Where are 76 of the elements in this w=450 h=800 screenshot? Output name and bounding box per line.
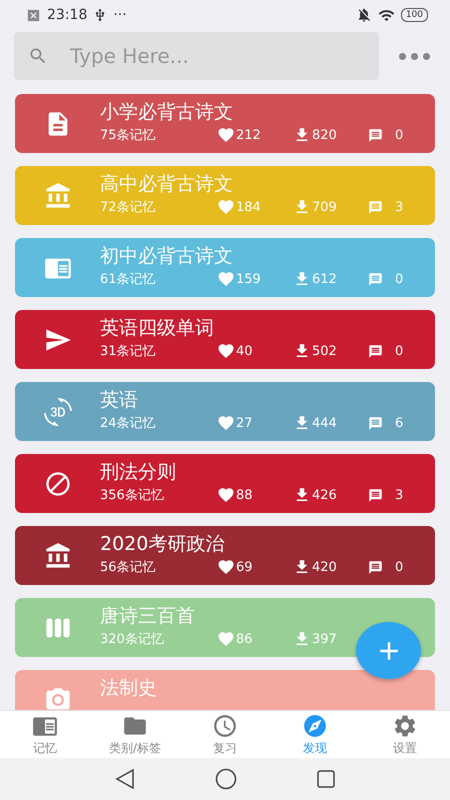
- like-count: 69: [236, 560, 253, 574]
- like-count: 212: [236, 128, 261, 142]
- comment-count: 6: [395, 416, 404, 430]
- home-icon[interactable]: [215, 768, 237, 790]
- download-count: 426: [312, 488, 337, 502]
- memory-count: 320条记忆: [100, 631, 165, 648]
- back-icon[interactable]: [115, 768, 135, 790]
- memory-count: 56条记忆: [100, 559, 157, 576]
- deck-card[interactable]: 2020考研政治 56条记忆 69 420 0: [15, 526, 435, 585]
- clock-icon: [212, 712, 238, 738]
- comment-icon[interactable]: [368, 344, 383, 358]
- download-count: 709: [312, 200, 337, 214]
- memory-count: 72条记忆: [100, 199, 157, 216]
- deck-title: 唐诗三百首: [100, 604, 196, 628]
- clock-time: 23:18: [47, 7, 88, 23]
- battery-level: 100: [400, 8, 428, 22]
- like-count: 40: [236, 344, 253, 358]
- memory-count: 31条记忆: [100, 343, 157, 360]
- deck-card[interactable]: 刑法分则 356条记忆 88 426 3: [15, 454, 435, 513]
- close-box-icon: [26, 8, 41, 22]
- memory-count: 75条记忆: [100, 127, 157, 144]
- memory-count: 356条记忆: [100, 487, 165, 504]
- comment-count: 3: [395, 200, 404, 214]
- heart-icon[interactable]: [217, 126, 235, 144]
- download-count: 502: [312, 344, 337, 358]
- deck-title: 法制史: [100, 676, 158, 700]
- deck-title: 刑法分则: [100, 460, 177, 484]
- comment-icon[interactable]: [368, 128, 383, 142]
- like-count: 86: [236, 632, 253, 646]
- deck-title: 高中必背古诗文: [100, 172, 234, 196]
- memory-count: 61条记忆: [100, 271, 157, 288]
- nav-tab[interactable]: 类别/标签: [90, 711, 180, 758]
- download-count: 397: [312, 632, 337, 646]
- recents-icon[interactable]: [317, 770, 335, 788]
- nav-tab[interactable]: 记忆: [0, 711, 90, 758]
- bank-icon: [44, 542, 72, 570]
- comment-count: 0: [395, 344, 404, 358]
- bell-off-icon: [356, 7, 372, 23]
- heart-icon[interactable]: [217, 342, 235, 360]
- download-count: 612: [312, 272, 337, 286]
- heart-icon[interactable]: [217, 486, 235, 504]
- comment-icon[interactable]: [368, 488, 383, 502]
- comment-count: 0: [395, 128, 404, 142]
- settings-icon: [392, 712, 418, 738]
- nav-tab[interactable]: 发现: [270, 711, 360, 758]
- heart-icon[interactable]: [217, 558, 235, 576]
- deck-title: 小学必背古诗文: [100, 100, 234, 124]
- like-count: 27: [236, 416, 253, 430]
- like-count: 159: [236, 272, 261, 286]
- comment-count: 0: [395, 272, 404, 286]
- search-field[interactable]: Type Here...: [14, 32, 379, 80]
- block-icon: [44, 470, 72, 498]
- like-count: 88: [236, 488, 253, 502]
- bank-icon: [44, 182, 72, 210]
- download-count: 444: [312, 416, 337, 430]
- nav-tab[interactable]: 设置: [360, 711, 450, 758]
- deck-title: 英语四级单词: [100, 316, 215, 340]
- like-count: 184: [236, 200, 261, 214]
- more-notifications: ···: [113, 7, 127, 23]
- deck-title: 英语: [100, 388, 139, 412]
- compass-icon: [302, 712, 328, 738]
- comment-count: 0: [395, 560, 404, 574]
- nav-tab[interactable]: 复习: [180, 711, 270, 758]
- deck-card[interactable]: 小学必背古诗文 75条记忆 212 820 0: [15, 94, 435, 153]
- search-input[interactable]: Type Here...: [68, 43, 365, 69]
- deck-title: 2020考研政治: [100, 532, 226, 556]
- download-count: 420: [312, 560, 337, 574]
- deck-card[interactable]: 法制史: [15, 670, 435, 710]
- deck-card[interactable]: 英语四级单词 31条记忆 40 502 0: [15, 310, 435, 369]
- memory-count: 24条记忆: [100, 415, 157, 432]
- comment-count: 3: [395, 488, 404, 502]
- rotate-3d-icon: [44, 398, 72, 426]
- search-icon: [28, 46, 48, 66]
- download-count: 820: [312, 128, 337, 142]
- comment-icon[interactable]: [368, 560, 383, 574]
- deck-title: 初中必背古诗文: [100, 244, 234, 268]
